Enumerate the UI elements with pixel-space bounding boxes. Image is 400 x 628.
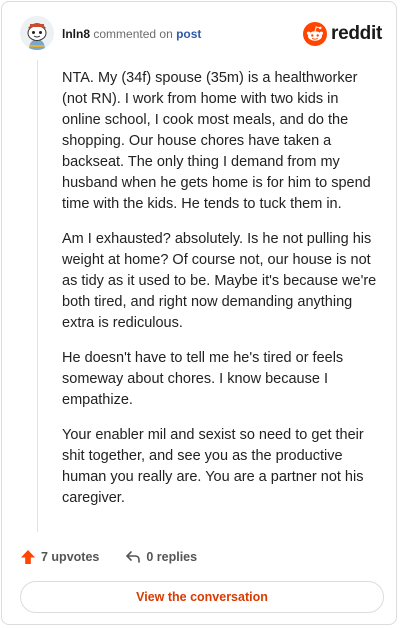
comment-author[interactable]: lnln8 — [62, 27, 90, 41]
reddit-logo[interactable]: reddit — [303, 21, 382, 47]
comment-paragraph: Your enabler mil and sexist so need to g… — [62, 427, 364, 506]
comment-paragraph: Am I exhausted? absolutely. Is he not pu… — [62, 231, 377, 331]
view-conversation-button[interactable]: View the conversation — [20, 581, 384, 613]
upvote-count: 7 upvotes — [41, 550, 100, 564]
reply-count: 0 replies — [146, 550, 198, 564]
upvote-arrow-icon — [21, 550, 35, 564]
thread-line — [37, 60, 38, 532]
comment-paragraph: He doesn't have to tell me he's tired or… — [62, 350, 344, 408]
post-link[interactable]: post — [176, 27, 201, 41]
reddit-wordmark: reddit — [331, 23, 382, 44]
comment-header: lnln8 commented on post reddit — [20, 16, 382, 56]
snoo-avatar-icon — [20, 16, 54, 50]
comment-body: NTA. My (34f) spouse (35m) is a healthwo… — [62, 68, 378, 523]
comment-paragraph: NTA. My (34f) spouse (35m) is a healthwo… — [62, 70, 371, 212]
avatar[interactable] — [20, 16, 54, 50]
comment-card: lnln8 commented on post reddit NTA. My (… — [1, 1, 397, 625]
reply-arrow-icon — [126, 551, 141, 563]
comment-meta: lnln8 commented on post — [62, 27, 201, 41]
comment-actions: 7 upvotes 0 replies — [20, 546, 197, 568]
reddit-snoo-icon — [303, 22, 328, 46]
upvote-button[interactable]: 7 upvotes — [20, 549, 99, 565]
comment-action-text: commented on — [93, 27, 173, 41]
reply-button[interactable]: 0 replies — [125, 549, 197, 565]
